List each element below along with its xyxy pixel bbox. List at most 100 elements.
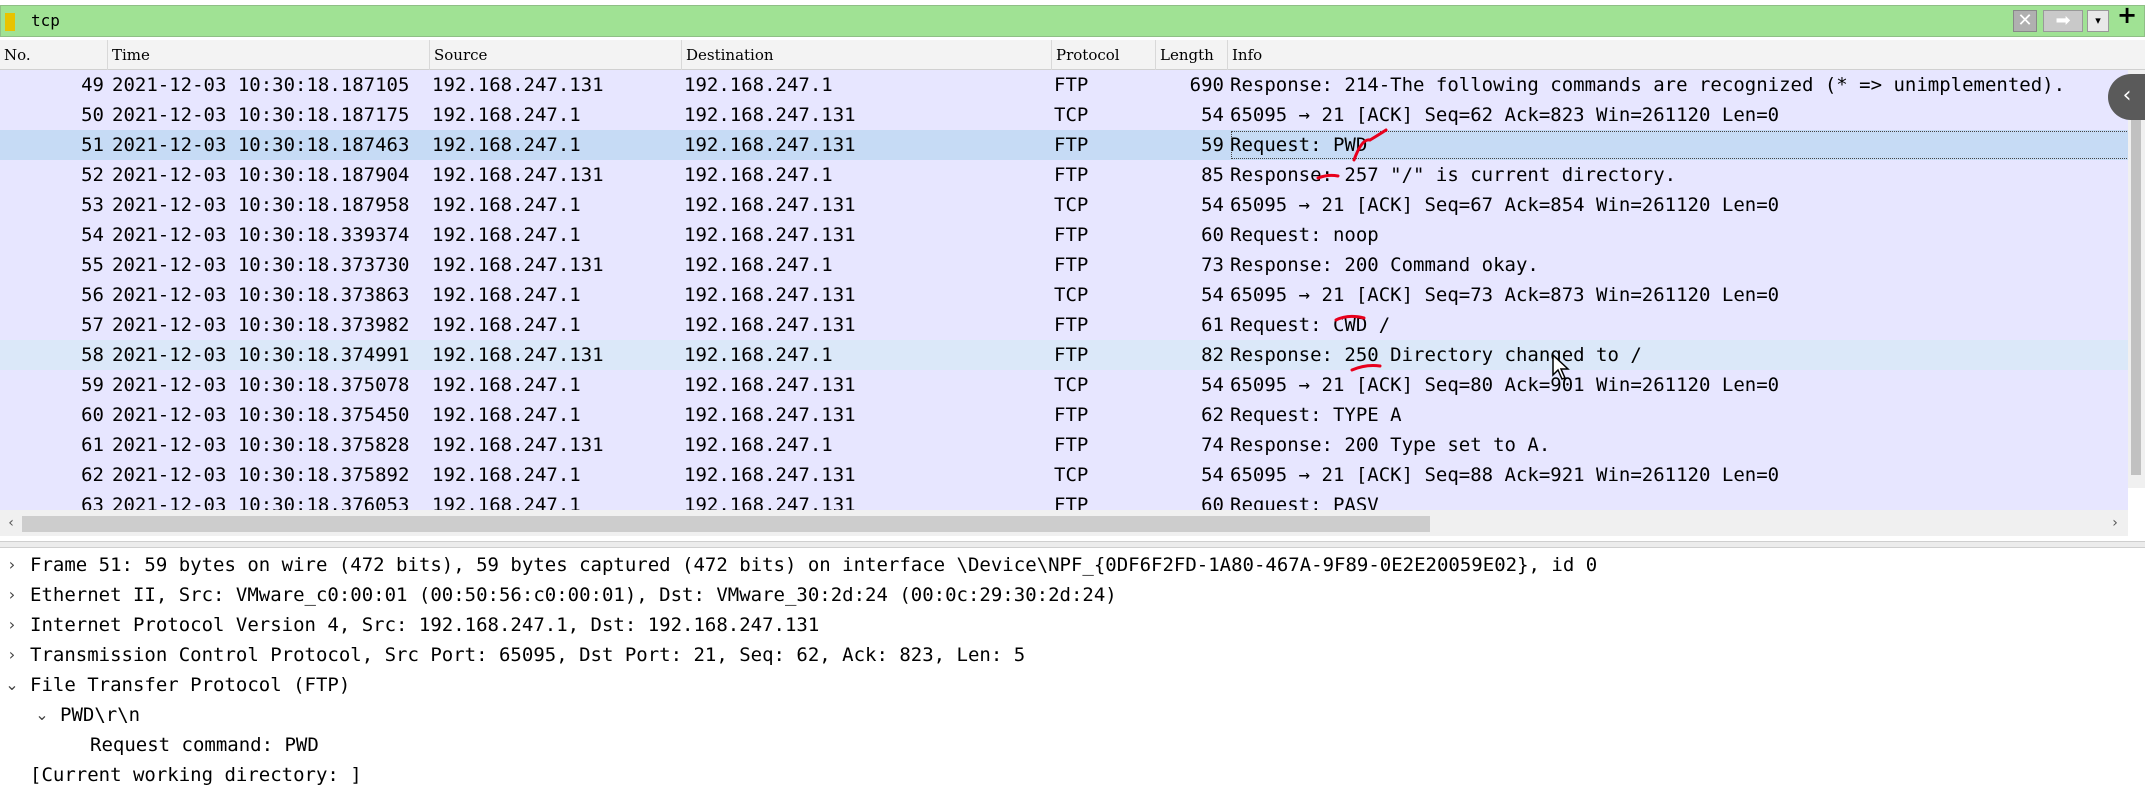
chevron-right-icon[interactable]: › xyxy=(2,610,22,640)
chevron-down-icon[interactable]: ⌄ xyxy=(32,700,52,730)
display-filter-toolbar: tcp ✕ ➡ ▾ + xyxy=(0,0,2145,37)
plus-icon[interactable]: + xyxy=(2112,1,2142,29)
bookmark-icon[interactable] xyxy=(5,13,15,31)
table-row[interactable]: 59 2021-12-03 10:30:18.375078 192.168.24… xyxy=(0,370,2128,400)
chevron-down-icon[interactable]: ⌄ xyxy=(2,670,22,700)
cell-time: 2021-12-03 10:30:18.187105 xyxy=(112,74,410,96)
cell-destination: 192.168.247.131 xyxy=(684,314,856,336)
cell-destination: 192.168.247.131 xyxy=(684,104,856,126)
cell-protocol: TCP xyxy=(1054,194,1089,216)
cell-source: 192.168.247.1 xyxy=(432,224,581,246)
cell-length: 61 xyxy=(1201,314,1224,336)
packet-details-pane: › Frame 51: 59 bytes on wire (472 bits),… xyxy=(0,548,2145,811)
cell-no: 58 xyxy=(81,344,104,366)
table-row[interactable]: 55 2021-12-03 10:30:18.373730 192.168.24… xyxy=(0,250,2128,280)
table-row[interactable]: 50 2021-12-03 10:30:18.187175 192.168.24… xyxy=(0,100,2128,130)
scroll-right-icon[interactable]: › xyxy=(2106,510,2124,536)
cell-destination: 192.168.247.131 xyxy=(684,404,856,426)
table-row-selected[interactable]: 51 2021-12-03 10:30:18.187463 192.168.24… xyxy=(0,130,2129,160)
table-row[interactable]: 56 2021-12-03 10:30:18.373863 192.168.24… xyxy=(0,280,2128,310)
table-row[interactable]: 58 2021-12-03 10:30:18.374991 192.168.24… xyxy=(0,340,2128,370)
cell-source: 192.168.247.1 xyxy=(432,464,581,486)
cell-protocol: TCP xyxy=(1054,284,1089,306)
cell-no: 62 xyxy=(81,464,104,486)
cell-destination: 192.168.247.1 xyxy=(684,344,833,366)
vertical-scrollbar-thumb[interactable] xyxy=(2131,115,2141,475)
cell-no: 59 xyxy=(81,374,104,396)
table-row[interactable]: 53 2021-12-03 10:30:18.187958 192.168.24… xyxy=(0,190,2128,220)
cell-time: 2021-12-03 10:30:18.373730 xyxy=(112,254,410,276)
cell-no: 49 xyxy=(81,74,104,96)
cell-destination: 192.168.247.131 xyxy=(684,464,856,486)
table-row[interactable]: 52 2021-12-03 10:30:18.187904 192.168.24… xyxy=(0,160,2128,190)
arrow-right-icon[interactable]: ➡ xyxy=(2043,10,2083,32)
cell-no: 55 xyxy=(81,254,104,276)
close-icon[interactable]: ✕ xyxy=(2013,10,2037,32)
table-row[interactable]: 62 2021-12-03 10:30:18.375892 192.168.24… xyxy=(0,460,2128,490)
table-row[interactable]: 49 2021-12-03 10:30:18.187105 192.168.24… xyxy=(0,70,2128,100)
cell-info: Response: 214-The following commands are… xyxy=(1230,74,2066,96)
chevron-right-icon[interactable]: › xyxy=(2,580,22,610)
cell-source: 192.168.247.1 xyxy=(432,194,581,216)
cell-info: Response: 200 Command okay. xyxy=(1230,254,1539,276)
table-row[interactable]: 60 2021-12-03 10:30:18.375450 192.168.24… xyxy=(0,400,2128,430)
chevron-right-icon[interactable]: › xyxy=(2,550,22,580)
cell-protocol: FTP xyxy=(1054,74,1089,96)
cell-protocol: TCP xyxy=(1054,104,1089,126)
cell-protocol: FTP xyxy=(1054,314,1089,336)
cell-protocol: FTP xyxy=(1054,224,1089,246)
cell-length: 690 xyxy=(1189,74,1224,96)
packet-rows: 49 2021-12-03 10:30:18.187105 192.168.24… xyxy=(0,70,2129,514)
cell-protocol: FTP xyxy=(1054,164,1089,186)
column-destination[interactable]: Destination xyxy=(682,40,1052,70)
detail-ftp-request-text: Request command: PWD xyxy=(90,734,319,756)
cell-length: 59 xyxy=(1201,134,1224,156)
cell-time: 2021-12-03 10:30:18.187175 xyxy=(112,104,410,126)
chevron-right-icon[interactable]: › xyxy=(2,640,22,670)
cell-protocol: FTP xyxy=(1054,404,1089,426)
cell-source: 192.168.247.1 xyxy=(432,374,581,396)
cell-source: 192.168.247.1 xyxy=(432,134,581,156)
cell-time: 2021-12-03 10:30:18.339374 xyxy=(112,224,410,246)
cell-length: 60 xyxy=(1201,224,1224,246)
cell-length: 54 xyxy=(1201,374,1224,396)
chevron-down-icon[interactable]: ▾ xyxy=(2087,10,2109,32)
table-row[interactable]: 54 2021-12-03 10:30:18.339374 192.168.24… xyxy=(0,220,2128,250)
table-row[interactable]: 57 2021-12-03 10:30:18.373982 192.168.24… xyxy=(0,310,2128,340)
cell-time: 2021-12-03 10:30:18.373863 xyxy=(112,284,410,306)
cell-destination: 192.168.247.131 xyxy=(684,374,856,396)
cell-info: 65095 → 21 [ACK] Seq=62 Ack=823 Win=2611… xyxy=(1230,104,1780,126)
cell-time: 2021-12-03 10:30:18.375828 xyxy=(112,434,410,456)
cell-length: 54 xyxy=(1201,104,1224,126)
column-no[interactable]: No. xyxy=(0,40,108,70)
cell-time: 2021-12-03 10:30:18.375892 xyxy=(112,464,410,486)
cell-length: 54 xyxy=(1201,284,1224,306)
cell-no: 57 xyxy=(81,314,104,336)
display-filter-input[interactable]: tcp ✕ ➡ ▾ xyxy=(0,5,2145,37)
cell-source: 192.168.247.1 xyxy=(432,104,581,126)
filter-value[interactable]: tcp xyxy=(31,11,60,30)
cell-time: 2021-12-03 10:30:18.187904 xyxy=(112,164,410,186)
column-info[interactable]: Info xyxy=(1228,40,2128,70)
cell-destination: 192.168.247.131 xyxy=(684,284,856,306)
column-time[interactable]: Time xyxy=(108,40,430,70)
annotation-mark xyxy=(1334,314,1366,322)
horizontal-scrollbar-thumb[interactable] xyxy=(22,516,1430,532)
cell-time: 2021-12-03 10:30:18.187463 xyxy=(112,134,410,156)
column-protocol[interactable]: Protocol xyxy=(1052,40,1156,70)
cell-source: 192.168.247.131 xyxy=(432,164,604,186)
column-source[interactable]: Source xyxy=(430,40,682,70)
pane-splitter[interactable] xyxy=(0,541,2145,548)
cell-destination: 192.168.247.1 xyxy=(684,164,833,186)
cell-time: 2021-12-03 10:30:18.375078 xyxy=(112,374,410,396)
cell-info: Request: TYPE A xyxy=(1230,404,1402,426)
cell-no: 56 xyxy=(81,284,104,306)
detail-ftp-text: File Transfer Protocol (FTP) xyxy=(30,674,351,696)
cell-length: 62 xyxy=(1201,404,1224,426)
detail-tcp-text: Transmission Control Protocol, Src Port:… xyxy=(30,644,1026,666)
scroll-left-icon[interactable]: ‹ xyxy=(2,510,20,536)
cell-source: 192.168.247.131 xyxy=(432,344,604,366)
cell-info: 65095 → 21 [ACK] Seq=88 Ack=921 Win=2611… xyxy=(1230,464,1780,486)
column-length[interactable]: Length xyxy=(1156,40,1228,70)
table-row[interactable]: 61 2021-12-03 10:30:18.375828 192.168.24… xyxy=(0,430,2128,460)
